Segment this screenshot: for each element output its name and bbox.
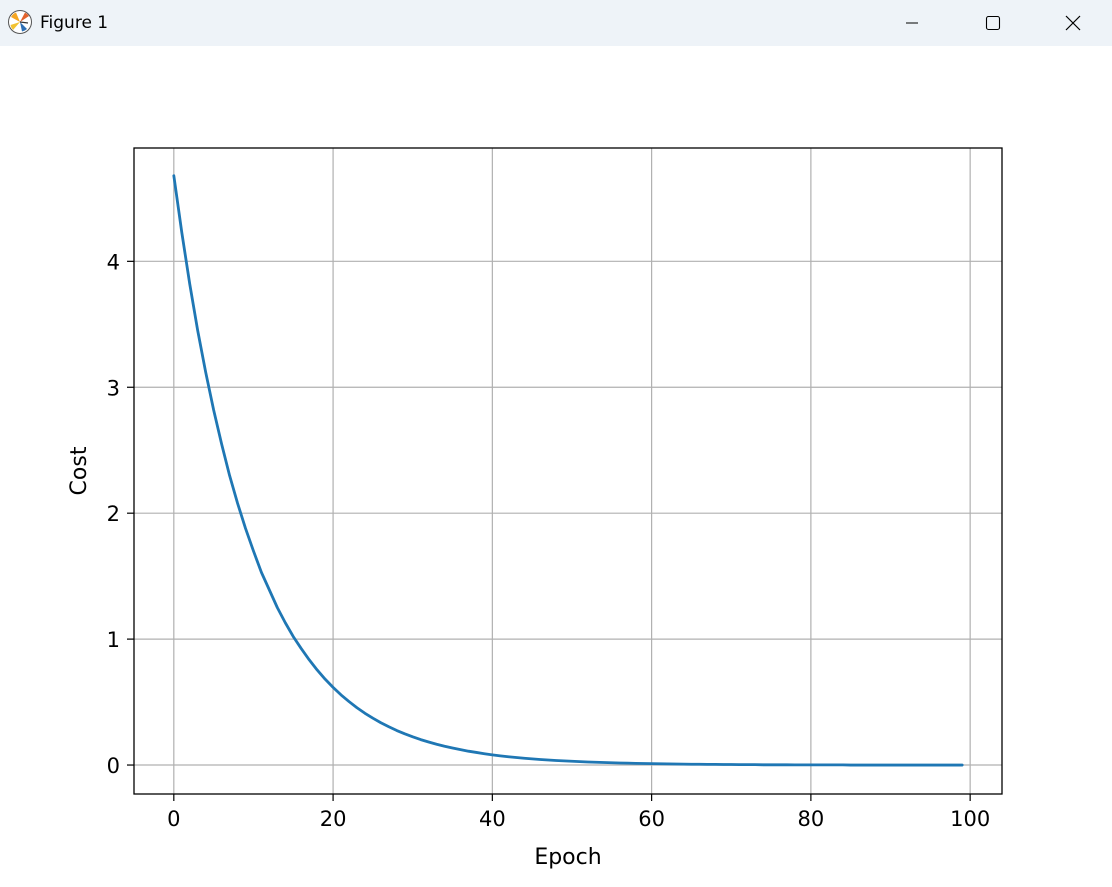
x-tick-label: 40 bbox=[479, 807, 506, 831]
ticks: 0 20 40 60 80 100 0 1 2 3 4 bbox=[107, 250, 991, 831]
x-tick-label: 80 bbox=[798, 807, 825, 831]
x-tick-label: 0 bbox=[167, 807, 180, 831]
x-tick-label: 20 bbox=[320, 807, 347, 831]
title-bar[interactable]: Figure 1 bbox=[0, 0, 1112, 46]
y-tick-label: 1 bbox=[107, 628, 120, 652]
minimize-icon bbox=[906, 22, 918, 24]
maximize-button[interactable] bbox=[953, 0, 1033, 46]
matplotlib-icon bbox=[7, 9, 33, 35]
close-button[interactable] bbox=[1033, 0, 1112, 46]
x-axis-label: Epoch bbox=[534, 845, 601, 870]
y-tick-label: 4 bbox=[107, 250, 120, 274]
cost-chart: 0 20 40 60 80 100 0 1 2 3 4 Epoch Cost bbox=[67, 147, 1003, 870]
x-tick-label: 100 bbox=[950, 807, 990, 831]
close-icon bbox=[1065, 15, 1081, 31]
y-tick-label: 3 bbox=[107, 376, 120, 400]
window-title: Figure 1 bbox=[40, 13, 109, 33]
series-group bbox=[172, 174, 964, 767]
y-tick-label: 0 bbox=[107, 754, 120, 778]
axes-frame bbox=[133, 147, 1003, 795]
maximize-icon bbox=[985, 15, 1001, 31]
cost-line bbox=[172, 174, 964, 767]
minimize-button[interactable] bbox=[872, 0, 952, 46]
plot-canvas[interactable]: 0 20 40 60 80 100 0 1 2 3 4 Epoch Cost bbox=[0, 46, 1112, 887]
figure-window: Figure 1 0 20 40 60 80 100 0 1 2 3 4 Epoch Cost bbox=[0, 0, 1112, 887]
y-axis-label: Cost bbox=[67, 446, 92, 495]
grid-lines bbox=[134, 148, 1002, 794]
y-tick-label: 2 bbox=[107, 502, 120, 526]
x-tick-label: 60 bbox=[638, 807, 665, 831]
